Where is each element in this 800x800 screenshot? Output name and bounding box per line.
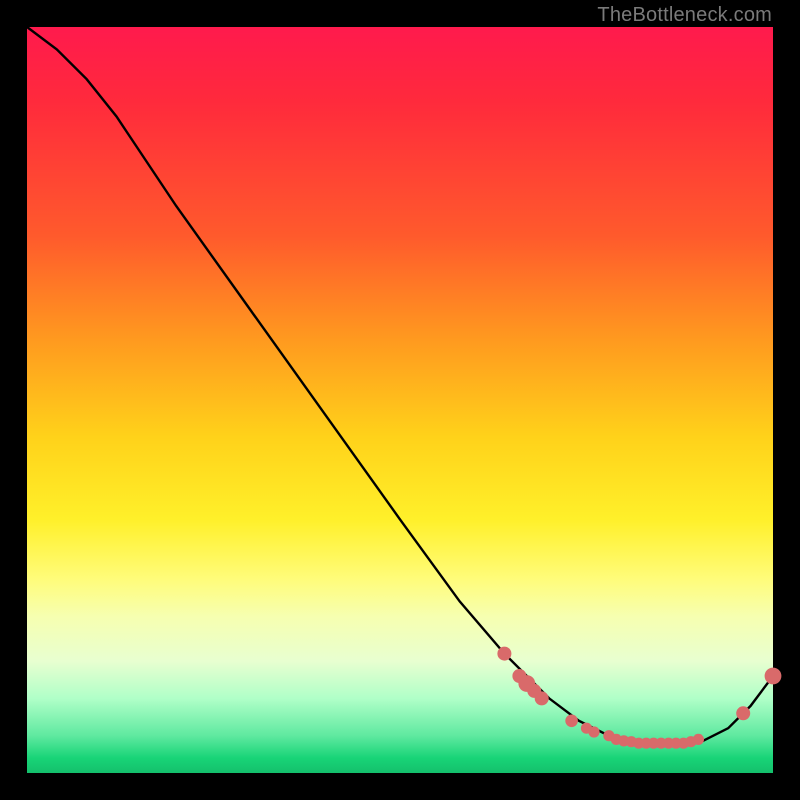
chart-marker (765, 668, 782, 685)
chart-line (27, 27, 773, 743)
chart-plot-area (27, 27, 773, 773)
chart-marker (736, 706, 750, 720)
chart-marker (693, 734, 704, 745)
chart-frame: TheBottleneck.com (0, 0, 800, 800)
watermark-text: TheBottleneck.com (597, 4, 772, 27)
chart-marker (588, 726, 599, 737)
chart-marker (497, 647, 511, 661)
chart-svg (27, 27, 773, 773)
chart-markers (497, 647, 781, 749)
chart-marker (565, 715, 578, 728)
chart-marker (535, 691, 549, 705)
